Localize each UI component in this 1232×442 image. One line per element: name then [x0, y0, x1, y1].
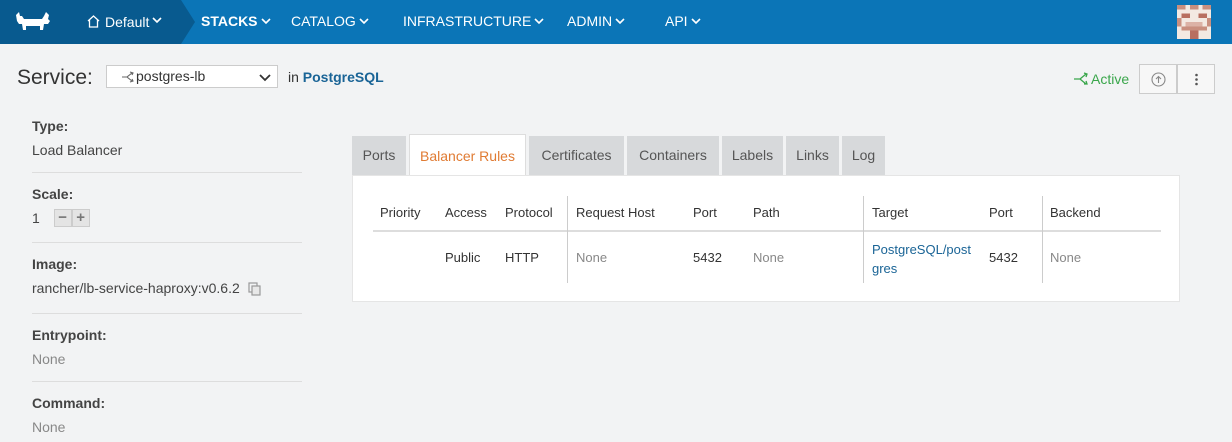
- nav-api[interactable]: API: [665, 13, 701, 29]
- cell-target-port: 5432: [989, 250, 1018, 265]
- chevron-down-icon: [260, 18, 271, 25]
- more-actions-button[interactable]: [1177, 64, 1215, 94]
- more-vertical-icon: [1195, 73, 1198, 86]
- divider: [32, 381, 302, 382]
- command-label: Command:: [32, 395, 106, 411]
- service-label: Service:: [17, 66, 93, 89]
- environment-name: Default: [105, 14, 150, 30]
- tab-log[interactable]: Log: [842, 136, 885, 175]
- column-header-request-host: Request Host: [576, 205, 655, 220]
- scale-stepper: − +: [53, 208, 90, 227]
- nav-stacks-label: STACKS: [201, 13, 258, 29]
- state-text: Active: [1091, 71, 1130, 87]
- environment-switcher[interactable]: Default: [66, 0, 195, 44]
- copy-icon[interactable]: [248, 282, 262, 296]
- state-badge: Active: [1073, 71, 1129, 87]
- load-balancer-icon: [122, 71, 134, 83]
- column-header-target-port: Port: [989, 205, 1013, 220]
- chevron-down-icon: [152, 17, 162, 24]
- cell-backend: None: [1050, 250, 1082, 265]
- nav-infrastructure-label: INFRASTRUCTURE: [403, 13, 532, 29]
- cow-logo-icon: [16, 12, 50, 30]
- entrypoint-value: None: [32, 351, 66, 367]
- chevron-down-icon: [534, 18, 544, 25]
- type-label: Type:: [32, 118, 69, 134]
- tab-containers[interactable]: Containers: [627, 136, 719, 175]
- upgrade-icon: [1151, 72, 1166, 87]
- nav-admin-label: ADMIN: [567, 13, 613, 29]
- tab-certificates[interactable]: Certificates: [529, 136, 624, 175]
- tab-ports[interactable]: Ports: [352, 136, 406, 175]
- home-icon: [87, 15, 100, 28]
- entrypoint-label: Entrypoint:: [32, 327, 107, 343]
- type-section: Type: Load Balancer: [32, 118, 302, 158]
- scale-decrement-button[interactable]: −: [53, 208, 72, 227]
- type-value: Load Balancer: [32, 142, 123, 158]
- column-header-protocol: Protocol: [505, 205, 553, 220]
- service-select-value: postgres-lb: [136, 68, 206, 84]
- load-balancer-icon: [1074, 72, 1088, 85]
- entrypoint-section: Entrypoint: None: [32, 327, 302, 367]
- column-separator: [863, 196, 864, 283]
- tab-balancer-rules[interactable]: Balancer Rules: [409, 134, 526, 175]
- chevron-down-icon: [259, 74, 271, 82]
- cell-request-host: None: [576, 250, 608, 265]
- divider: [32, 172, 302, 173]
- rancher-logo[interactable]: [0, 0, 66, 44]
- scale-label: Scale:: [32, 186, 74, 202]
- scale-row: 1 − +: [32, 208, 302, 227]
- in-prefix: in: [288, 69, 299, 85]
- image-value: rancher/lb-service-haproxy:v0.6.2: [32, 280, 240, 296]
- tab-labels[interactable]: Labels: [722, 136, 783, 175]
- column-separator: [567, 196, 568, 283]
- nav-infrastructure[interactable]: INFRASTRUCTURE: [403, 13, 544, 29]
- top-nav: Default STACKS CATALOG INFRASTRUCTURE AD…: [0, 0, 1232, 44]
- command-section: Command: None: [32, 395, 302, 435]
- tab-links[interactable]: Links: [786, 136, 839, 175]
- user-avatar[interactable]: [1177, 5, 1211, 39]
- cell-path: None: [753, 250, 785, 265]
- divider: [32, 242, 302, 243]
- nav-api-label: API: [665, 13, 688, 29]
- cell-protocol: HTTP: [505, 250, 539, 265]
- column-header-backend: Backend: [1050, 205, 1101, 220]
- column-header-path: Path: [753, 205, 780, 220]
- upgrade-button[interactable]: [1139, 64, 1177, 94]
- column-header-access: Access: [445, 205, 487, 220]
- stack-link[interactable]: PostgreSQL: [303, 69, 384, 85]
- nav-admin[interactable]: ADMIN: [567, 13, 625, 29]
- cell-target-link[interactable]: PostgreSQL/postgres: [872, 240, 977, 278]
- cell-port: 5432: [693, 250, 722, 265]
- scale-increment-button[interactable]: +: [71, 208, 90, 227]
- scale-section: Scale: 1 − +: [32, 186, 302, 227]
- chevron-down-icon: [691, 18, 701, 25]
- stack-context: in PostgreSQL: [288, 69, 384, 85]
- image-row: rancher/lb-service-haproxy:v0.6.2: [32, 280, 302, 296]
- image-label: Image:: [32, 256, 78, 272]
- divider: [32, 313, 302, 314]
- column-separator: [1042, 196, 1043, 283]
- nav-stacks[interactable]: STACKS: [201, 13, 271, 29]
- column-header-port: Port: [693, 205, 717, 220]
- chevron-down-icon: [359, 18, 369, 25]
- cell-access: Public: [445, 250, 481, 265]
- image-section: Image: rancher/lb-service-haproxy:v0.6.2: [32, 256, 302, 296]
- service-select[interactable]: postgres-lb: [106, 65, 278, 88]
- balancer-rules-table: Priority Access Protocol Request Host Po…: [352, 175, 1180, 302]
- nav-catalog[interactable]: CATALOG: [291, 13, 369, 29]
- nav-catalog-label: CATALOG: [291, 13, 356, 29]
- column-header-target: Target: [872, 205, 909, 220]
- scale-value: 1: [32, 210, 40, 226]
- command-value: None: [32, 419, 66, 435]
- chevron-down-icon: [615, 18, 625, 25]
- column-header-priority: Priority: [380, 205, 421, 220]
